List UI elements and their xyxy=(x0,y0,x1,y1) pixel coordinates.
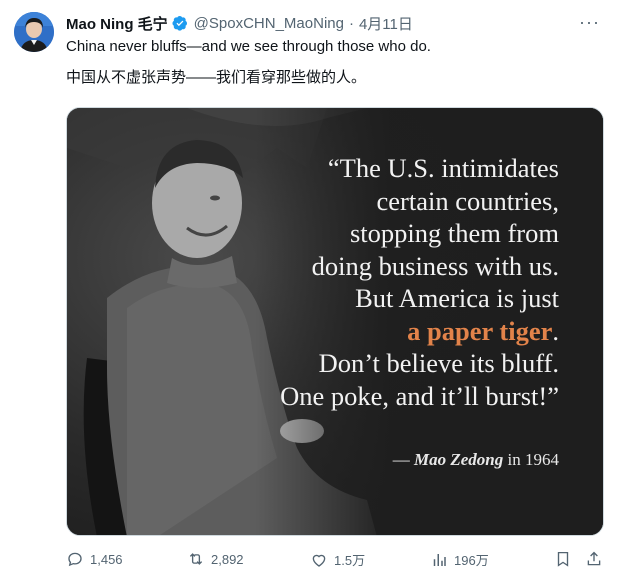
attribution-year: in 1964 xyxy=(503,450,559,469)
views-count: 196万 xyxy=(454,553,489,568)
share-button[interactable] xyxy=(585,550,603,568)
repost-count: 2,892 xyxy=(211,551,244,567)
quote-line: doing business with us. xyxy=(311,250,559,281)
views-button[interactable]: 196万 xyxy=(430,550,489,569)
verified-badge-icon xyxy=(172,16,187,31)
quote-line: Don’t believe its bluff. xyxy=(318,348,559,378)
like-button[interactable]: 1.5万 xyxy=(310,550,365,569)
bookmark-button[interactable] xyxy=(554,550,572,568)
quote-highlight: a paper tiger xyxy=(407,315,553,346)
quote-text: “The U.S. intimidates certain countries,… xyxy=(280,152,559,412)
tweet-text-zh: 中国从不虚张声势——我们看穿那些做的人。 xyxy=(66,69,367,86)
quote-attribution: — Mao Zedong in 1964 xyxy=(393,450,559,470)
tweet-date[interactable]: 4月11日 xyxy=(359,13,413,34)
quote-line: “The U.S. intimidates xyxy=(327,153,559,183)
reply-button[interactable]: 1,456 xyxy=(66,550,123,568)
tweet-image[interactable]: “The U.S. intimidates certain countries,… xyxy=(66,107,604,536)
repost-button[interactable]: 2,892 xyxy=(187,550,244,568)
separator-dot: · xyxy=(348,14,354,32)
reply-icon xyxy=(68,552,82,567)
views-chart-icon xyxy=(433,553,446,566)
author-handle[interactable]: @SpoxCHN_MaoNing xyxy=(194,15,344,32)
reply-count: 1,456 xyxy=(90,551,123,567)
bookmark-icon xyxy=(557,551,569,567)
quote-line: certain countries, xyxy=(376,185,559,216)
action-bar: 1,456 2,892 1.5万 196万 xyxy=(66,550,606,572)
quote-highlight-tail: . xyxy=(552,315,559,346)
share-icon xyxy=(587,551,601,566)
repost-icon xyxy=(189,553,203,565)
quote-line: One poke, and it’ll burst!” xyxy=(280,380,559,411)
more-options-icon[interactable]: ··· xyxy=(579,12,600,33)
attribution-dash: — xyxy=(392,450,415,469)
like-count: 1.5万 xyxy=(334,553,366,568)
tweet-header: Mao Ning 毛宁 @SpoxCHN_MaoNing · 4月11日 ··· xyxy=(66,12,600,34)
tweet-text-en: China never bluffs—and we see through th… xyxy=(66,38,431,55)
quote-line: But America is just xyxy=(355,283,559,313)
quote-line: stopping them from xyxy=(349,218,559,248)
quote-highlight-line: a paper tiger. xyxy=(280,315,559,348)
heart-icon xyxy=(312,554,326,567)
attribution-name: Mao Zedong xyxy=(414,450,504,469)
author-avatar[interactable] xyxy=(14,12,54,52)
author-name[interactable]: Mao Ning 毛宁 xyxy=(66,13,168,34)
avatar-image xyxy=(14,12,54,52)
